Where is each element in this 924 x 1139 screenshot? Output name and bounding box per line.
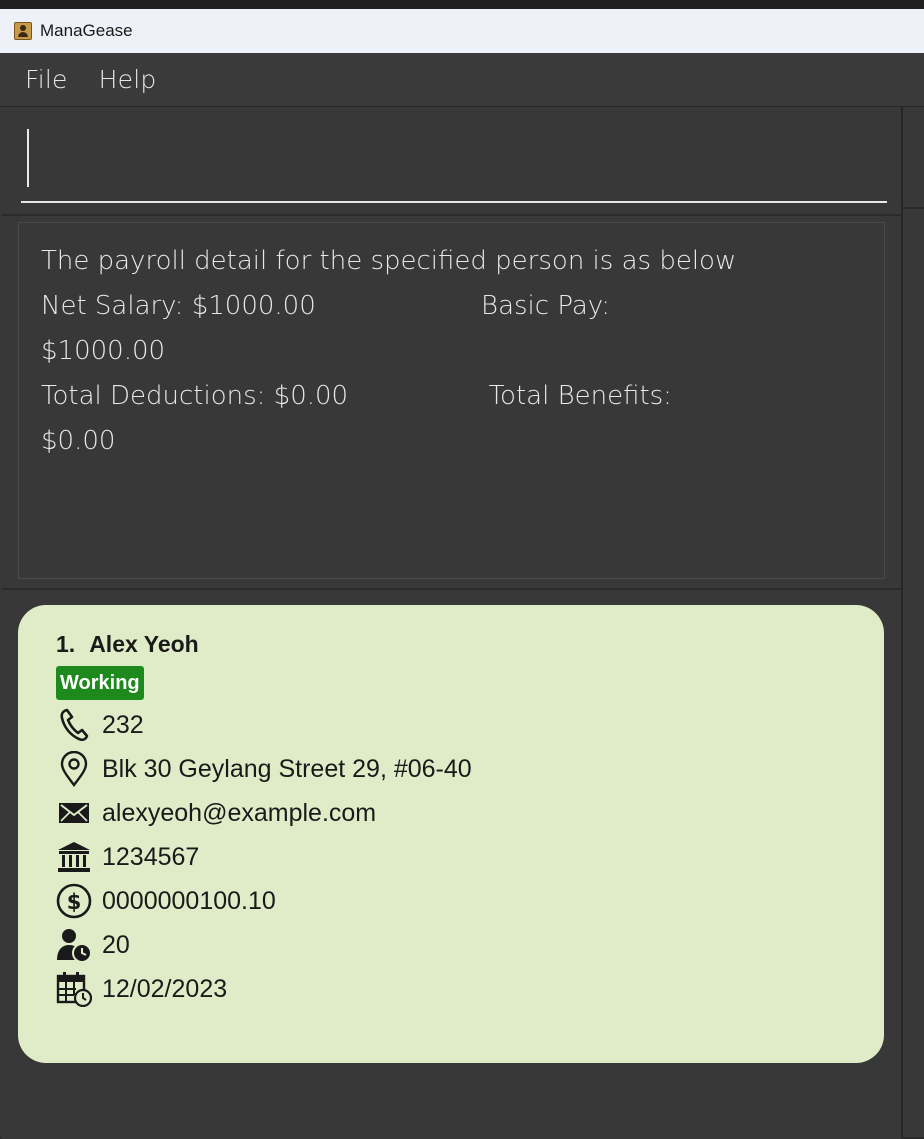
email-value: alexyeoh@example.com — [102, 798, 377, 827]
result-line: $0.00 — [41, 426, 116, 456]
address-row: Blk 30 Geylang Street 29, #06-40 — [56, 751, 472, 787]
bank-account-value: 1234567 — [102, 842, 200, 871]
bank-account-row: 1234567 — [56, 839, 199, 875]
location-pin-icon — [56, 751, 92, 787]
calendar-clock-icon — [56, 971, 92, 1007]
join-date-value: 12/02/2023 — [102, 974, 228, 1003]
window-top-edge — [0, 0, 924, 9]
result-line: $1000.00 — [41, 336, 166, 366]
side-panel — [901, 107, 924, 1137]
phone-icon — [56, 707, 92, 743]
menu-help[interactable]: Help — [99, 65, 157, 94]
envelope-icon — [56, 795, 92, 831]
text-caret — [27, 129, 29, 187]
join-date-row: 12/02/2023 — [56, 971, 227, 1007]
person-name: Alex Yeoh — [89, 631, 199, 657]
title-bar: ManaGease — [0, 9, 924, 53]
phone-row: 232 — [56, 707, 144, 743]
result-line: Total Deductions: $0.00 Total Benefits: — [41, 381, 672, 411]
person-card[interactable]: 1. Alex Yeoh Working 232 Blk 30 Geylang … — [18, 605, 884, 1063]
result-line: Net Salary: $1000.00 Basic Pay: — [41, 291, 611, 321]
svg-text:$: $ — [67, 890, 82, 914]
annual-leave-row: 20 — [56, 927, 130, 963]
side-panel-divider — [903, 207, 924, 209]
command-box — [2, 107, 901, 210]
phone-value: 232 — [102, 710, 144, 739]
status-badge: Working — [56, 666, 144, 700]
result-line: The payroll detail for the specified per… — [41, 246, 737, 276]
email-row: alexyeoh@example.com — [56, 795, 376, 831]
window-title: ManaGease — [40, 21, 133, 40]
person-card-header: 1. Alex Yeoh — [56, 631, 199, 658]
result-display: The payroll detail for the specified per… — [18, 222, 885, 579]
app-icon — [14, 22, 32, 40]
command-input[interactable] — [21, 107, 887, 203]
person-clock-icon — [56, 927, 92, 963]
salary-value: 0000000100.10 — [102, 886, 276, 915]
bank-icon — [56, 839, 92, 875]
annual-leave-value: 20 — [102, 930, 130, 959]
person-index: 1. — [56, 631, 76, 657]
menu-file[interactable]: File — [25, 65, 68, 94]
address-value: Blk 30 Geylang Street 29, #06-40 — [102, 754, 472, 783]
dollar-circle-icon: $ — [56, 883, 92, 919]
salary-row: $ 0000000100.10 — [56, 883, 276, 919]
menu-bar: File Help — [0, 53, 924, 107]
